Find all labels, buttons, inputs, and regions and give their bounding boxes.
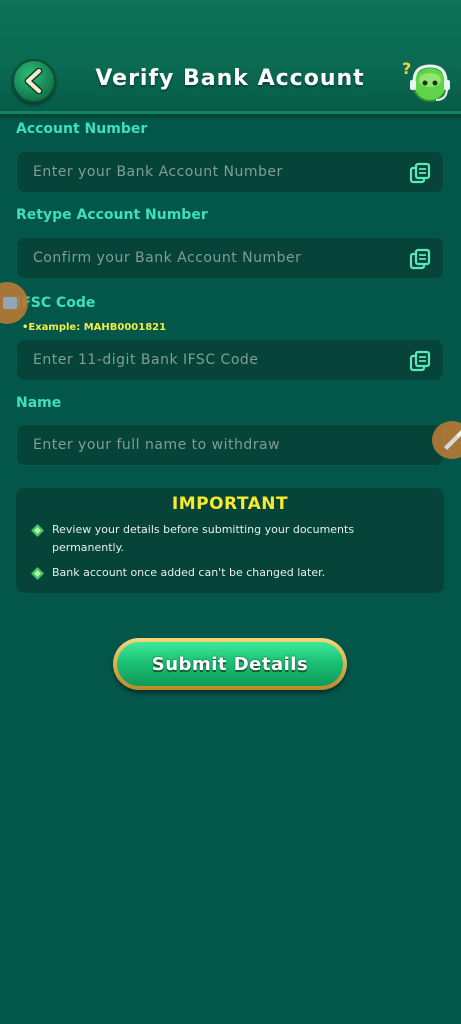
- chevron-left-icon: [24, 68, 43, 94]
- menu-icon: [3, 297, 17, 309]
- submit-details-label: Submit Details: [117, 642, 343, 686]
- important-notice: IMPORTANT Review your details before sub…: [16, 488, 444, 593]
- paste-icon[interactable]: [409, 248, 431, 270]
- ifsc-field-box: [16, 339, 444, 381]
- floating-brush-button[interactable]: [432, 421, 461, 459]
- diamond-bullet-icon: [31, 524, 44, 537]
- name-input[interactable]: [33, 425, 403, 465]
- retype-account-number-field-box: [16, 237, 444, 279]
- retype-account-number-label: Retype Account Number: [16, 207, 208, 223]
- paste-icon[interactable]: [409, 350, 431, 372]
- support-agent-icon: ?: [402, 59, 450, 102]
- retype-account-number-input[interactable]: [33, 238, 403, 278]
- notice-title: IMPORTANT: [171, 494, 289, 514]
- submit-details-button[interactable]: Submit Details: [113, 638, 347, 690]
- account-number-label: Account Number: [16, 121, 148, 137]
- name-field-box: [16, 424, 444, 466]
- account-number-field-box: [16, 151, 444, 193]
- notice-item-2: Bank account once added can't be changed…: [52, 566, 326, 579]
- diamond-bullet-icon: [31, 567, 44, 580]
- notice-item-1-line2: permanently.: [52, 541, 125, 554]
- ifsc-code-input[interactable]: [33, 340, 403, 380]
- floating-menu-button[interactable]: [0, 282, 28, 324]
- support-agent-button[interactable]: ?: [400, 58, 452, 108]
- account-number-input[interactable]: [33, 152, 403, 192]
- brush-icon: [444, 430, 461, 450]
- ifsc-example-text: •Example: MAHB0001821: [22, 322, 167, 333]
- name-label: Name: [16, 395, 62, 411]
- notice-item-1-line1: Review your details before submitting yo…: [52, 523, 355, 536]
- back-button[interactable]: [12, 59, 56, 103]
- svg-text:?: ?: [402, 59, 411, 78]
- header-shadow: [0, 114, 461, 120]
- paste-icon[interactable]: [409, 162, 431, 184]
- page-title: Verify Bank Account: [95, 66, 365, 91]
- notice-item-1: Review your details before submitting yo…: [52, 521, 432, 557]
